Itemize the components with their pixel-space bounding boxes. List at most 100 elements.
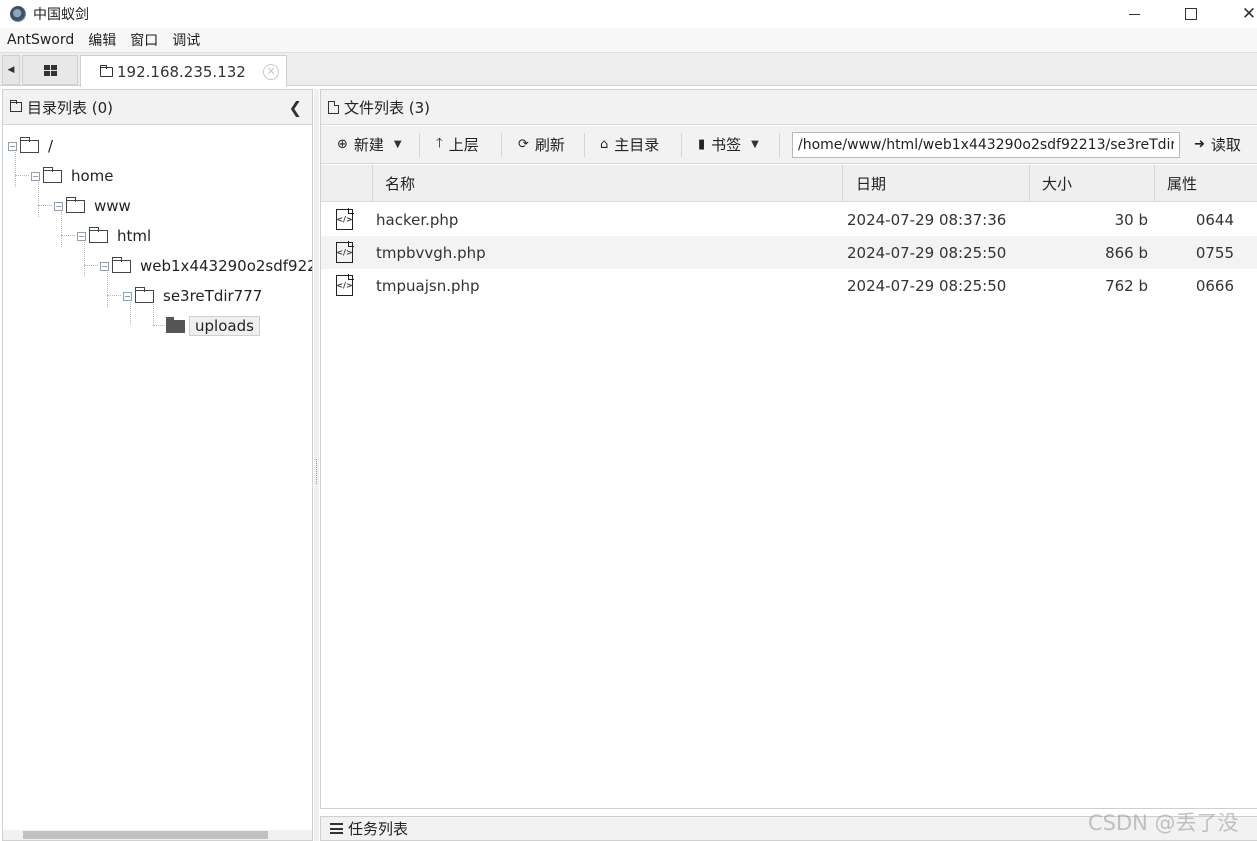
folder-icon (112, 256, 131, 273)
parent-dir-button[interactable]: 🡑 上层 (436, 126, 479, 163)
tree-node-label: / (48, 137, 54, 155)
chevron-down-icon: ▼ (751, 139, 759, 150)
folder-icon (100, 64, 113, 77)
refresh-icon: ⟳ (518, 137, 529, 152)
file-perm: 0644 (1195, 210, 1234, 229)
new-label: 新建 (353, 136, 384, 154)
tree-node-home[interactable]: − home (31, 164, 114, 188)
column-header-size[interactable]: 大小 (1029, 165, 1154, 202)
tree-node-web1x[interactable]: − web1x443290o2sdf92213 (100, 254, 312, 278)
column-header-date[interactable]: 日期 (842, 165, 1029, 202)
antsword-logo-icon (10, 6, 26, 22)
file-date: 2024-07-29 08:25:50 (847, 243, 1007, 262)
directory-panel: 目录列表 (0) ❮ − / − home − www − html − web… (2, 89, 313, 841)
tab-home[interactable] (22, 55, 78, 85)
tree-node-root[interactable]: − / (8, 134, 53, 158)
file-toolbar: ⊕ 新建 ▼ 🡑 上层 ⟳ 刷新 ⌂ 主目录 ▮ 书签 ▼ ➜ 读取 (321, 126, 1257, 164)
arrow-right-icon: ➜ (1194, 137, 1205, 152)
code-file-icon: </> (336, 274, 354, 296)
directory-panel-header: 目录列表 (0) ❮ (3, 90, 312, 125)
folder-icon (10, 100, 22, 112)
menu-antsword[interactable]: AntSword (0, 32, 81, 48)
tab-scroll-left-button[interactable]: ◀ (2, 55, 20, 85)
file-name: hacker.php (376, 210, 459, 229)
tree-node-label: www (94, 197, 131, 215)
tree-node-www[interactable]: − www (54, 194, 131, 218)
collapse-toggle-icon[interactable]: − (8, 141, 17, 151)
file-row[interactable]: </> tmpuajsn.php 2024-07-29 08:25:50 762… (321, 269, 1257, 302)
tab-connection[interactable]: 192.168.235.132 ✕ (80, 55, 287, 87)
new-button[interactable]: ⊕ 新建 ▼ (337, 126, 402, 163)
close-button[interactable]: ✕ (1226, 0, 1257, 28)
collapse-toggle-icon[interactable]: − (123, 291, 132, 301)
watermark: CSDN @丢了没 (1088, 811, 1239, 835)
collapse-toggle-icon[interactable]: − (100, 261, 109, 271)
tab-connection-label: 192.168.235.132 (117, 62, 246, 81)
tab-bar: ◀ 192.168.235.132 ✕ (0, 53, 1257, 87)
path-input[interactable] (792, 132, 1180, 158)
file-panel: 文件列表 (3) ⊕ 新建 ▼ 🡑 上层 ⟳ 刷新 ⌂ 主目录 ▮ 书签 ▼ /… (320, 89, 1257, 809)
directory-tree: − / − home − www − html − web1x443290o2s… (3, 126, 312, 831)
folder-icon (89, 226, 108, 243)
tree-node-label: home (71, 167, 114, 185)
tree-node-html[interactable]: − html (77, 224, 151, 248)
tree-node-label: html (117, 227, 152, 245)
bookmark-label: 书签 (711, 136, 742, 154)
refresh-button[interactable]: ⟳ 刷新 (518, 126, 565, 163)
read-label: 读取 (1210, 136, 1241, 154)
file-name: tmpbvvgh.php (376, 243, 486, 262)
file-perm: 0755 (1195, 243, 1234, 262)
home-dir-button[interactable]: ⌂ 主目录 (600, 126, 659, 163)
file-panel-title: 文件列表 (3) (344, 98, 431, 117)
panel-splitter[interactable] (314, 89, 319, 841)
home-label: 主目录 (614, 136, 660, 154)
minimize-button[interactable] (1111, 0, 1157, 28)
file-perm: 0666 (1195, 276, 1234, 295)
file-panel-header: 文件列表 (3) (321, 90, 1257, 125)
maximize-button[interactable] (1168, 0, 1214, 28)
menu-debug[interactable]: 调试 (165, 30, 207, 50)
scrollbar-thumb[interactable] (23, 831, 268, 839)
task-panel-title: 任务列表 (348, 820, 409, 838)
home-icon: ⌂ (600, 137, 609, 152)
menu-window[interactable]: 窗口 (123, 30, 165, 50)
bookmark-button[interactable]: ▮ 书签 ▼ (698, 126, 759, 163)
code-file-icon: </> (336, 208, 354, 230)
file-row[interactable]: </> tmpbvvgh.php 2024-07-29 08:25:50 866… (321, 236, 1257, 269)
collapse-toggle-icon[interactable]: − (77, 231, 86, 241)
column-header-name[interactable]: 名称 (372, 165, 842, 202)
bookmark-icon: ▮ (698, 137, 706, 152)
file-row[interactable]: </> hacker.php 2024-07-29 08:37:36 30 b … (321, 203, 1257, 236)
icon-column-header (321, 165, 373, 202)
folder-icon (43, 166, 62, 183)
file-icon (328, 100, 339, 114)
collapse-toggle-icon[interactable]: − (54, 201, 63, 211)
collapse-panel-icon[interactable]: ❮ (289, 98, 302, 117)
file-grid-header: 名称 日期 大小 属性 (321, 165, 1257, 202)
tree-node-se3retdir777[interactable]: − se3reTdir777 (123, 284, 262, 308)
file-size: 866 b (1105, 243, 1148, 262)
list-icon (330, 823, 343, 834)
read-button[interactable]: ➜ 读取 (1194, 126, 1241, 163)
directory-panel-title: 目录列表 (0) (27, 98, 114, 117)
arrow-up-icon: 🡑 (436, 135, 443, 151)
file-name: tmpuajsn.php (376, 276, 480, 295)
up-label: 上层 (448, 136, 479, 154)
plus-circle-icon: ⊕ (337, 137, 348, 152)
menu-bar: AntSword 编辑 窗口 调试 (0, 28, 1257, 53)
file-size: 762 b (1105, 276, 1148, 295)
folder-filled-icon (166, 316, 185, 333)
tab-close-icon[interactable]: ✕ (263, 64, 279, 80)
grid-icon (43, 64, 57, 76)
file-date: 2024-07-29 08:37:36 (847, 210, 1007, 229)
horizontal-scrollbar[interactable] (3, 830, 312, 840)
tree-node-label: web1x443290o2sdf92213 (140, 257, 312, 275)
menu-edit[interactable]: 编辑 (81, 30, 123, 50)
file-date: 2024-07-29 08:25:50 (847, 276, 1007, 295)
tree-node-uploads[interactable]: uploads (163, 314, 260, 338)
collapse-toggle-icon[interactable]: − (31, 171, 40, 181)
column-header-perm[interactable]: 属性 (1154, 165, 1257, 202)
tree-node-label: se3reTdir777 (163, 287, 263, 305)
window-title: 中国蚁剑 (33, 7, 89, 23)
code-file-icon: </> (336, 241, 354, 263)
